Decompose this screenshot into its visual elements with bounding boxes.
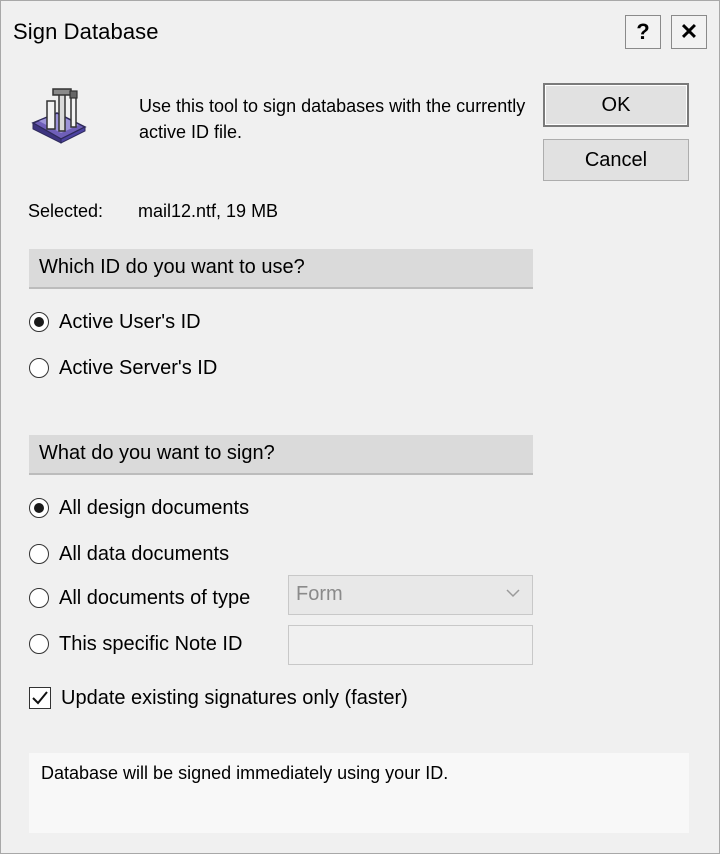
radio-active-server-id[interactable]: Active Server's ID	[29, 353, 217, 383]
radio-button[interactable]	[29, 588, 49, 608]
close-icon: ✕	[679, 19, 699, 44]
dialog-body: Use this tool to sign databases with the…	[11, 61, 707, 845]
radio-label: Active Server's ID	[59, 356, 218, 379]
checkmark-icon	[32, 691, 48, 705]
status-message: Database will be signed immediately usin…	[29, 753, 689, 833]
radio-all-design-documents[interactable]: All design documents	[29, 493, 249, 523]
selected-value: mail12.ntf, 19 MB	[138, 201, 279, 221]
cancel-button[interactable]: Cancel	[543, 139, 689, 181]
help-icon: ?	[636, 19, 650, 44]
update-existing-only-checkbox-row[interactable]: Update existing signatures only (faster)	[29, 683, 408, 713]
document-type-value: Form	[296, 583, 343, 605]
sign-database-icon	[29, 83, 93, 147]
radio-all-documents-of-type[interactable]: All documents of type	[29, 583, 250, 613]
ok-button[interactable]: OK	[543, 83, 689, 127]
intro-text: Use this tool to sign databases with the…	[139, 96, 526, 142]
sign-section-heading: What do you want to sign?	[29, 435, 533, 475]
radio-button[interactable]	[29, 544, 49, 564]
radio-all-data-documents[interactable]: All data documents	[29, 539, 229, 569]
note-id-input[interactable]	[288, 625, 533, 665]
radio-label: This specific Note ID	[59, 632, 243, 655]
radio-specific-note-id[interactable]: This specific Note ID	[29, 629, 242, 659]
close-button[interactable]: ✕	[671, 15, 707, 49]
window-title: Sign Database	[13, 19, 159, 44]
chevron-down-icon	[504, 584, 522, 608]
radio-button[interactable]	[29, 312, 49, 332]
status-text: Database will be signed immediately usin…	[41, 763, 449, 783]
radio-label: All data documents	[59, 542, 230, 565]
id-section-heading: Which ID do you want to use?	[29, 249, 533, 289]
radio-label: Active User's ID	[59, 310, 201, 333]
radio-label: All documents of type	[59, 586, 251, 609]
radio-label: All design documents	[59, 496, 250, 519]
checkbox-label: Update existing signatures only (faster)	[61, 686, 408, 709]
sign-database-dialog: Sign Database ? ✕ Use this tool to sign …	[0, 0, 720, 854]
selected-label: Selected:	[28, 201, 104, 221]
help-button[interactable]: ?	[625, 15, 661, 49]
radio-button[interactable]	[29, 358, 49, 378]
update-existing-checkbox[interactable]	[29, 687, 51, 709]
title-bar: Sign Database ? ✕	[1, 1, 719, 61]
radio-button[interactable]	[29, 634, 49, 654]
radio-active-user-id[interactable]: Active User's ID	[29, 307, 201, 337]
selected-info: Selected: mail12.ntf, 19 MB	[28, 201, 278, 222]
radio-button[interactable]	[29, 498, 49, 518]
document-type-select[interactable]: Form	[288, 575, 533, 615]
